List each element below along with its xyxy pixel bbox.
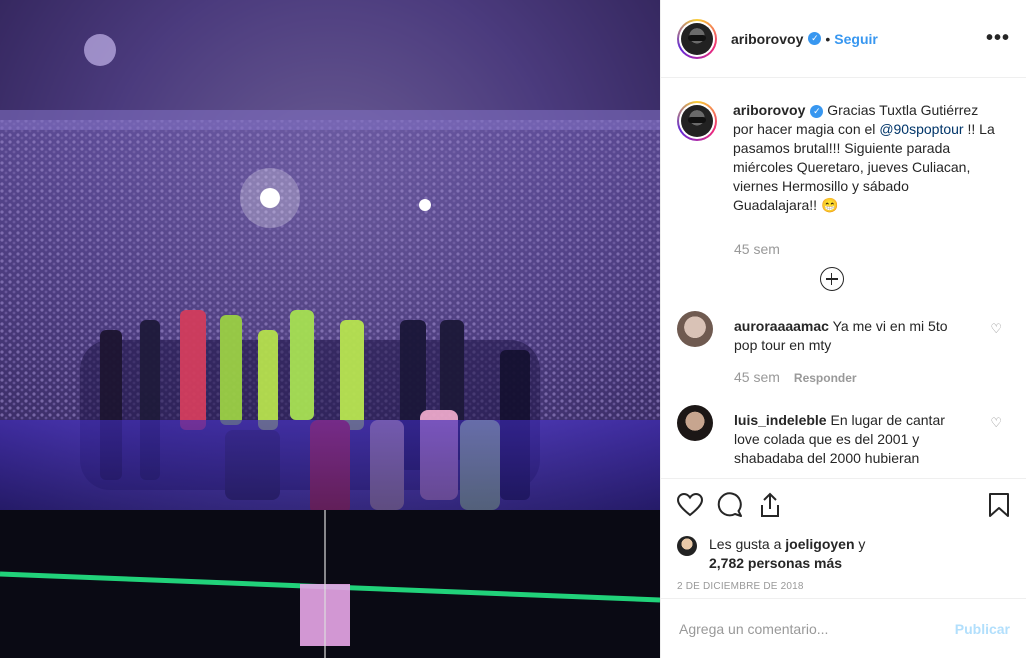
comments-section[interactable]: ariborovoy ✓ Gracias Tuxtla Gutiérrez por… xyxy=(661,79,1026,477)
post-header: ariborovoy ✓ • Seguir ••• xyxy=(661,0,1026,78)
liker-username[interactable]: joeligoyen xyxy=(785,536,854,552)
author-avatar[interactable] xyxy=(677,18,717,59)
caption-avatar-image xyxy=(681,105,713,137)
commenter-avatar[interactable] xyxy=(677,311,713,347)
caption-time: 45 sem xyxy=(734,241,780,257)
verified-badge-icon: ✓ xyxy=(808,32,822,45)
instagram-post-modal: ariborovoy ✓ • Seguir ••• ariborovoy ✓ Gr… xyxy=(0,0,1026,658)
comment-composer: Publicar xyxy=(661,598,1026,658)
post-side-panel: ariborovoy ✓ • Seguir ••• ariborovoy ✓ Gr… xyxy=(660,0,1026,658)
comment-like-heart-icon[interactable]: ♡ xyxy=(990,415,1002,431)
likes-prefix: Les gusta a xyxy=(709,536,786,552)
author-username[interactable]: ariborovoy xyxy=(731,31,803,47)
post-photo[interactable] xyxy=(0,0,660,658)
share-icon[interactable] xyxy=(757,492,783,518)
comment-input[interactable] xyxy=(677,619,955,638)
likes-summary: Les gusta a joeligoyen y 2,782 personas … xyxy=(677,535,1010,573)
save-bookmark-icon[interactable] xyxy=(988,492,1010,518)
mention-link[interactable]: @90spoptour xyxy=(879,121,963,137)
likes-count[interactable]: 2,782 personas más xyxy=(709,555,842,571)
comment-time: 45 sem xyxy=(734,369,780,385)
action-icons xyxy=(677,489,1010,521)
concert-stage-photo xyxy=(0,0,660,658)
comment-text: auroraaaamac Ya me vi en mi 5to pop tour… xyxy=(734,317,966,355)
load-more-comments-icon[interactable] xyxy=(819,267,844,291)
follow-button[interactable]: Seguir xyxy=(834,31,878,47)
caption-text: ariborovoy ✓ Gracias Tuxtla Gutiérrez por… xyxy=(733,101,995,215)
likes-connector: y xyxy=(854,536,866,552)
like-heart-icon[interactable] xyxy=(677,493,703,517)
comment-meta: 45 sem Responder xyxy=(734,369,1010,385)
caption: ariborovoy ✓ Gracias Tuxtla Gutiérrez por… xyxy=(677,79,1010,215)
comment-item: luis_indeleble En lugar de cantar love c… xyxy=(677,405,1010,468)
commenter-username[interactable]: luis_indeleble xyxy=(734,412,827,428)
post-actions: Les gusta a joeligoyen y 2,782 personas … xyxy=(661,478,1026,598)
caption-author-avatar[interactable] xyxy=(677,101,717,141)
likes-text: Les gusta a joeligoyen y 2,782 personas … xyxy=(709,535,865,573)
commenter-username[interactable]: auroraaaamac xyxy=(734,318,829,334)
verified-badge-icon: ✓ xyxy=(810,104,824,118)
caption-author-username[interactable]: ariborovoy xyxy=(733,102,805,118)
comment-item: auroraaaamac Ya me vi en mi 5to pop tour… xyxy=(677,311,1010,355)
more-options-icon[interactable]: ••• xyxy=(986,27,1010,50)
post-date: 2 DE DICIEMBRE DE 2018 xyxy=(677,581,804,592)
separator-dot: • xyxy=(825,30,831,47)
commenter-avatar[interactable] xyxy=(677,405,713,441)
author-avatar-image xyxy=(681,22,713,55)
liker-avatar[interactable] xyxy=(677,536,697,556)
comment-like-heart-icon[interactable]: ♡ xyxy=(990,321,1002,337)
publish-button[interactable]: Publicar xyxy=(955,621,1010,637)
reply-button[interactable]: Responder xyxy=(794,371,857,385)
comment-text: luis_indeleble En lugar de cantar love c… xyxy=(734,411,966,468)
comment-bubble-icon[interactable] xyxy=(717,492,743,518)
